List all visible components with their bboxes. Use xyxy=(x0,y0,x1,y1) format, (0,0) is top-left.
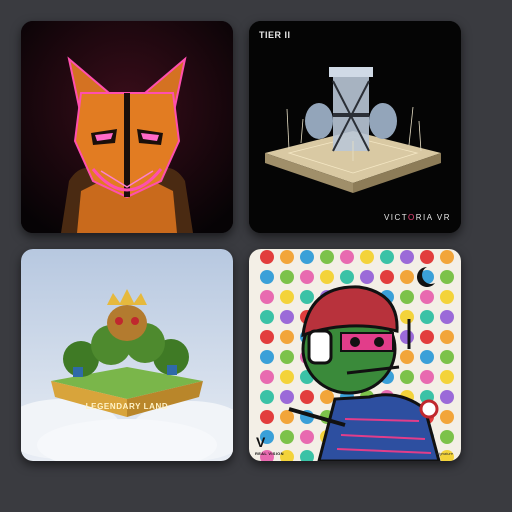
polka-dot xyxy=(300,270,314,284)
polka-dot xyxy=(300,290,314,304)
polka-dot xyxy=(440,350,454,364)
polka-dot xyxy=(400,330,414,344)
polka-dot-character-image xyxy=(249,249,461,461)
polka-dot xyxy=(400,270,414,284)
polka-dot xyxy=(300,430,314,444)
polka-dot xyxy=(440,290,454,304)
polka-dot xyxy=(420,330,434,344)
polka-dot xyxy=(400,370,414,384)
real-vision-text: REAL VISION xyxy=(255,451,284,456)
polka-dot xyxy=(340,270,354,284)
nft-card-polka-dot-character[interactable]: V REAL VISION signature xyxy=(249,249,461,461)
victoria-vr-logo: VICTORIA VR xyxy=(383,213,451,222)
polka-dot xyxy=(320,390,334,404)
polka-dot xyxy=(420,250,434,264)
polka-dot xyxy=(300,250,314,264)
polka-dot xyxy=(260,310,274,324)
real-vision-logo: V xyxy=(256,434,266,450)
polka-dot xyxy=(420,350,434,364)
polka-dot xyxy=(280,430,294,444)
polka-dot xyxy=(440,330,454,344)
polka-dot xyxy=(260,290,274,304)
polka-dot xyxy=(260,370,274,384)
polka-dot xyxy=(440,270,454,284)
polka-dot xyxy=(400,310,414,324)
polka-dot xyxy=(440,430,454,444)
polka-dot xyxy=(260,270,274,284)
polka-dot xyxy=(400,290,414,304)
polka-dot xyxy=(440,390,454,404)
polka-dot xyxy=(400,250,414,264)
polka-dot xyxy=(280,370,294,384)
polka-dot xyxy=(420,370,434,384)
polka-dot xyxy=(280,350,294,364)
tier-badge: TIER II xyxy=(259,30,291,40)
polka-dot xyxy=(260,350,274,364)
legendary-land-image xyxy=(21,249,233,461)
polka-dot xyxy=(400,350,414,364)
polka-dot xyxy=(420,310,434,324)
nft-card-legendary-land[interactable]: LEGENDARY LAND xyxy=(21,249,233,461)
polka-dot xyxy=(380,250,394,264)
polka-dot xyxy=(320,250,334,264)
polka-dot xyxy=(440,310,454,324)
polka-dot xyxy=(440,410,454,424)
polka-dot xyxy=(280,250,294,264)
polka-dot xyxy=(280,310,294,324)
neon-fox-image xyxy=(21,21,233,233)
polka-dot xyxy=(420,290,434,304)
polka-dot xyxy=(280,290,294,304)
polka-dot xyxy=(320,270,334,284)
polka-dot xyxy=(440,370,454,384)
tier-ii-building-image xyxy=(249,21,461,233)
polka-dot xyxy=(280,390,294,404)
polka-dot xyxy=(380,270,394,284)
artist-signature: signature xyxy=(436,451,453,456)
polka-dot xyxy=(360,270,374,284)
polka-dot xyxy=(440,250,454,264)
polka-dot xyxy=(260,330,274,344)
polka-dot xyxy=(280,330,294,344)
polka-dot xyxy=(300,390,314,404)
polka-dot xyxy=(340,250,354,264)
polka-dot xyxy=(260,250,274,264)
polka-dot xyxy=(280,270,294,284)
polka-dot xyxy=(360,250,374,264)
nft-gallery-grid: TIER II VICTORIA VR LEGENDARY LAND V REA… xyxy=(0,0,512,512)
nft-card-neon-fox[interactable] xyxy=(21,21,233,233)
polka-dot xyxy=(260,410,274,424)
legendary-land-label: LEGENDARY LAND xyxy=(85,402,169,411)
polka-dot xyxy=(280,410,294,424)
nft-card-tier-ii[interactable]: TIER II VICTORIA VR xyxy=(249,21,461,233)
polka-dot xyxy=(260,390,274,404)
